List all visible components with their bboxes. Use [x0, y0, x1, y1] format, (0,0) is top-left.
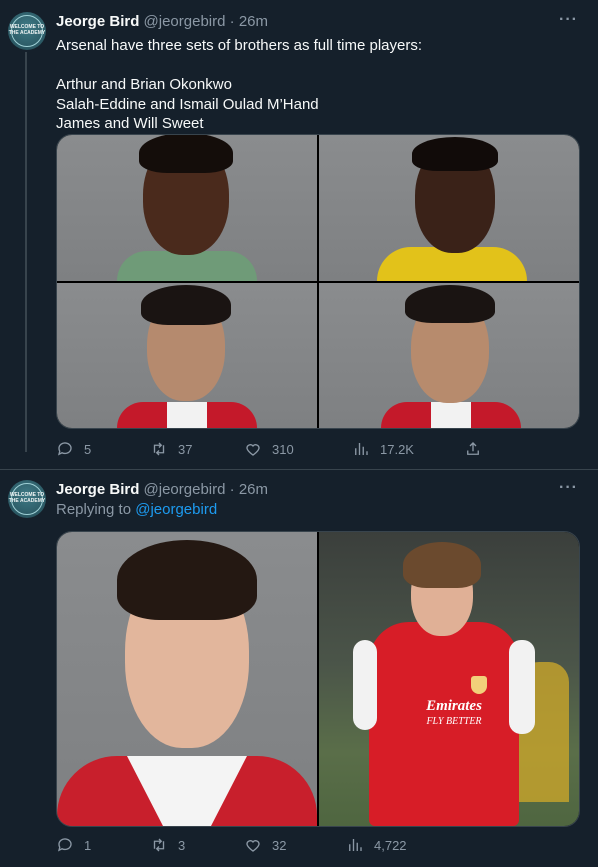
views-chart-icon: [349, 839, 362, 851]
tweet-header: Jeorge Bird @jeorgebird · 26m: [56, 13, 268, 30]
heart-icon: [246, 444, 260, 456]
more-options-icon[interactable]: ···: [559, 479, 578, 497]
author-handle[interactable]: @jeorgebird: [144, 13, 226, 30]
views-button[interactable]: 17.2K: [352, 440, 414, 458]
view-count: 4,722: [374, 837, 407, 853]
shirt-sponsor-tagline: FLY BETTER: [426, 716, 482, 727]
like-button[interactable]: 310: [244, 440, 294, 458]
timestamp[interactable]: 26m: [239, 481, 268, 498]
mention-link[interactable]: @jeorgebird: [135, 501, 217, 518]
photo-player-1[interactable]: [57, 135, 317, 281]
separator-dot: ·: [229, 481, 235, 498]
photo-player-2[interactable]: [319, 135, 579, 281]
view-count: 17.2K: [380, 441, 414, 457]
reply-count: 5: [84, 441, 92, 457]
views-chart-icon: [355, 443, 368, 455]
reply-icon: [57, 442, 72, 456]
media-grid[interactable]: Emirates FLY BETTER: [56, 531, 580, 827]
retweet-button[interactable]: 37: [150, 440, 192, 458]
timestamp[interactable]: 26m: [239, 13, 268, 30]
author-handle[interactable]: @jeorgebird: [144, 481, 226, 498]
avatar-text: WELCOME TO THE ACADEMY: [8, 492, 46, 504]
media-grid[interactable]: [56, 134, 580, 429]
retweet-button[interactable]: 3: [150, 836, 185, 854]
tweet[interactable]: WELCOME TO THE ACADEMY Jeorge Bird @jeor…: [0, 470, 598, 867]
thread-connector-line: [25, 52, 27, 452]
photo-player-6[interactable]: Emirates FLY BETTER: [319, 532, 579, 826]
like-count: 32: [272, 837, 287, 853]
replying-to: Replying to @jeorgebird: [56, 501, 217, 518]
share-button[interactable]: [464, 440, 482, 458]
photo-player-4[interactable]: [319, 283, 579, 428]
retweet-icon: [153, 838, 165, 852]
heart-icon: [246, 840, 260, 852]
reply-button[interactable]: 5: [56, 440, 91, 458]
shirt-sponsor-text: Emirates: [426, 698, 482, 714]
retweet-icon: [153, 442, 165, 456]
tweet-header: Jeorge Bird @jeorgebird · 26m: [56, 481, 268, 498]
reply-icon: [57, 838, 72, 852]
avatar[interactable]: WELCOME TO THE ACADEMY: [8, 480, 46, 518]
tweet-text: Arsenal have three sets of brothers as f…: [56, 37, 423, 132]
author-name[interactable]: Jeorge Bird: [56, 481, 139, 498]
tweet-actions: 5 37 310 17.2K: [56, 440, 526, 462]
like-count: 310: [272, 441, 294, 457]
more-options-icon[interactable]: ···: [559, 11, 578, 29]
retweet-count: 3: [178, 837, 186, 853]
avatar[interactable]: WELCOME TO THE ACADEMY: [8, 12, 46, 50]
reply-count: 1: [84, 837, 92, 853]
arsenal-crest: [471, 676, 487, 694]
photo-player-5[interactable]: [57, 532, 317, 826]
photo-player-3[interactable]: [57, 283, 317, 428]
separator-dot: ·: [229, 13, 235, 30]
views-button[interactable]: 4,722: [346, 836, 407, 854]
tweet-actions: 1 3 32 4,722: [56, 836, 526, 858]
tweet[interactable]: WELCOME TO THE ACADEMY Jeorge Bird @jeor…: [0, 0, 598, 470]
author-name[interactable]: Jeorge Bird: [56, 13, 139, 30]
share-icon: [467, 442, 479, 455]
like-button[interactable]: 32: [244, 836, 286, 854]
retweet-count: 37: [178, 441, 193, 457]
avatar-text: WELCOME TO THE ACADEMY: [8, 24, 46, 36]
reply-button[interactable]: 1: [56, 836, 91, 854]
replying-to-label: Replying to: [56, 501, 132, 518]
